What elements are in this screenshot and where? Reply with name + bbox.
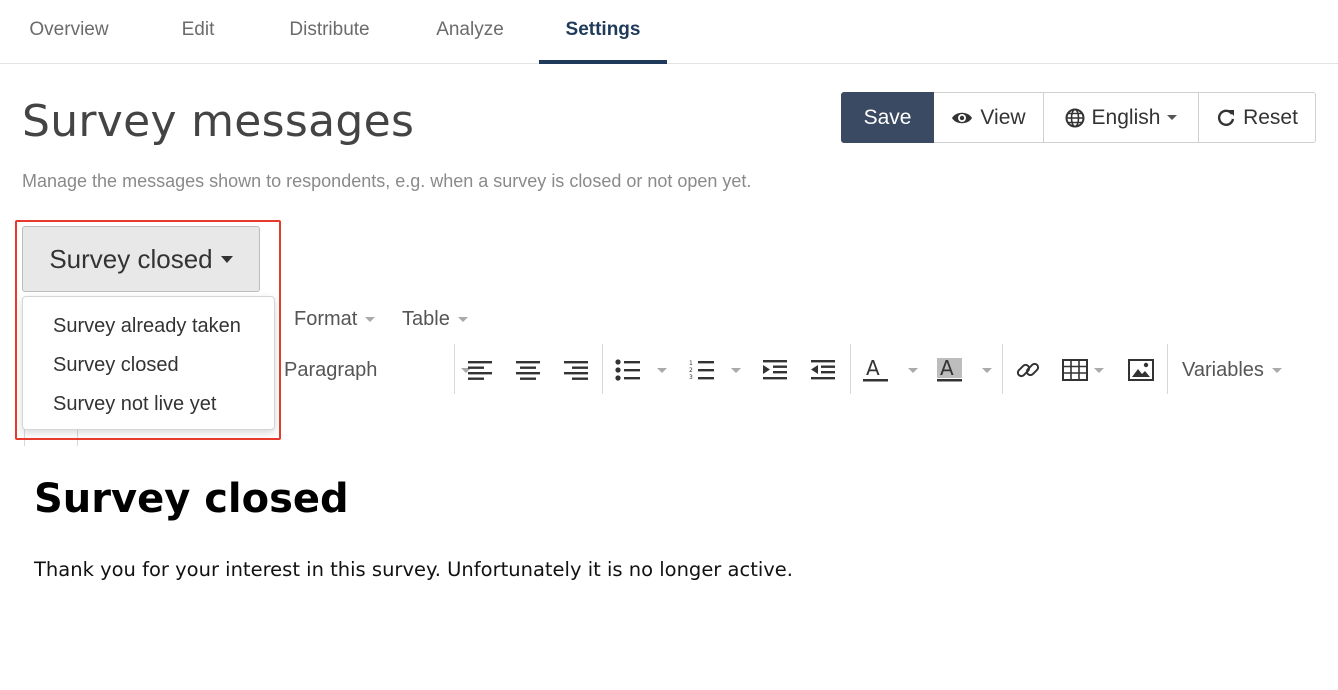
tab-edit[interactable]: Edit [138, 0, 258, 64]
align-center-icon [516, 361, 540, 380]
svg-text:A: A [940, 357, 954, 380]
tab-bar: Overview Edit Distribute Analyze Setting… [0, 0, 1338, 64]
background-color-icon: A [937, 357, 962, 382]
block-format-select[interactable]: Paragraph [284, 359, 472, 382]
globe-icon [1065, 108, 1085, 127]
reset-button-label: Reset [1243, 105, 1298, 129]
editor-body-text[interactable]: Thank you for your interest in this surv… [34, 558, 793, 581]
outdent-button[interactable] [810, 357, 836, 383]
save-button-label: Save [863, 105, 912, 129]
table-menu-label: Table [402, 308, 450, 330]
chevron-down-icon [731, 367, 741, 373]
format-menu[interactable]: Format [294, 308, 376, 331]
chevron-down-icon [365, 317, 376, 322]
background-color-button[interactable]: A [936, 357, 992, 383]
chevron-down-icon [657, 367, 667, 373]
bullet-list-icon [615, 359, 640, 381]
save-button[interactable]: Save [841, 92, 934, 143]
align-right-icon [564, 361, 588, 380]
toolbar-separator [454, 344, 455, 394]
toolbar-separator [1002, 344, 1003, 394]
editor-heading[interactable]: Survey closed [34, 476, 349, 522]
image-icon [1128, 359, 1154, 381]
tab-distribute[interactable]: Distribute [262, 0, 397, 64]
reset-button[interactable]: Reset [1199, 92, 1316, 143]
insert-link-button[interactable] [1015, 357, 1041, 383]
refresh-icon [1218, 109, 1235, 126]
indent-button[interactable] [762, 357, 788, 383]
view-button-label: View [980, 105, 1026, 129]
bullet-list-button[interactable] [615, 357, 667, 383]
chevron-down-icon [908, 367, 918, 373]
view-button[interactable]: View [934, 92, 1044, 143]
text-color-button[interactable]: A [862, 357, 918, 383]
chevron-down-icon [982, 367, 992, 373]
insert-image-button[interactable] [1128, 357, 1154, 383]
variables-menu-label: Variables [1182, 359, 1264, 381]
chevron-down-icon [457, 317, 468, 322]
toolbar-separator [850, 344, 851, 394]
insert-table-button[interactable] [1062, 357, 1104, 383]
svg-text:2: 2 [689, 367, 693, 374]
numbered-list-button[interactable]: 123 [689, 357, 741, 383]
tab-overview[interactable]: Overview [0, 0, 138, 64]
indent-icon [763, 360, 787, 380]
table-menu[interactable]: Table [402, 308, 468, 331]
svg-text:A: A [866, 357, 880, 380]
tab-analyze[interactable]: Analyze [405, 0, 535, 64]
toolbar-separator [602, 344, 603, 394]
table-icon [1062, 359, 1088, 381]
format-menu-label: Format [294, 308, 358, 330]
highlight-box [15, 220, 281, 440]
outdent-icon [811, 360, 835, 380]
chevron-down-icon [1094, 367, 1104, 373]
text-color-icon: A [863, 357, 888, 382]
svg-text:1: 1 [689, 360, 693, 367]
align-left-icon [468, 361, 492, 380]
page-subtitle: Manage the messages shown to respondents… [22, 171, 752, 191]
toolbar-separator [1167, 344, 1168, 394]
align-right-button[interactable] [563, 357, 589, 383]
language-dropdown[interactable]: English [1044, 92, 1199, 143]
variables-menu[interactable]: Variables [1182, 359, 1282, 382]
link-icon [1016, 362, 1040, 378]
eye-icon [952, 112, 973, 123]
page-title: Survey messages [22, 96, 415, 147]
language-label: English [1091, 105, 1161, 129]
tab-settings[interactable]: Settings [539, 0, 667, 64]
align-center-button[interactable] [515, 357, 541, 383]
svg-text:3: 3 [689, 374, 693, 381]
chevron-down-icon [1167, 115, 1178, 120]
align-left-button[interactable] [467, 357, 493, 383]
block-format-label: Paragraph [284, 359, 378, 381]
numbered-list-icon: 123 [689, 360, 714, 381]
header-button-group: Save View English Reset [841, 92, 1316, 143]
chevron-down-icon [1271, 368, 1282, 373]
